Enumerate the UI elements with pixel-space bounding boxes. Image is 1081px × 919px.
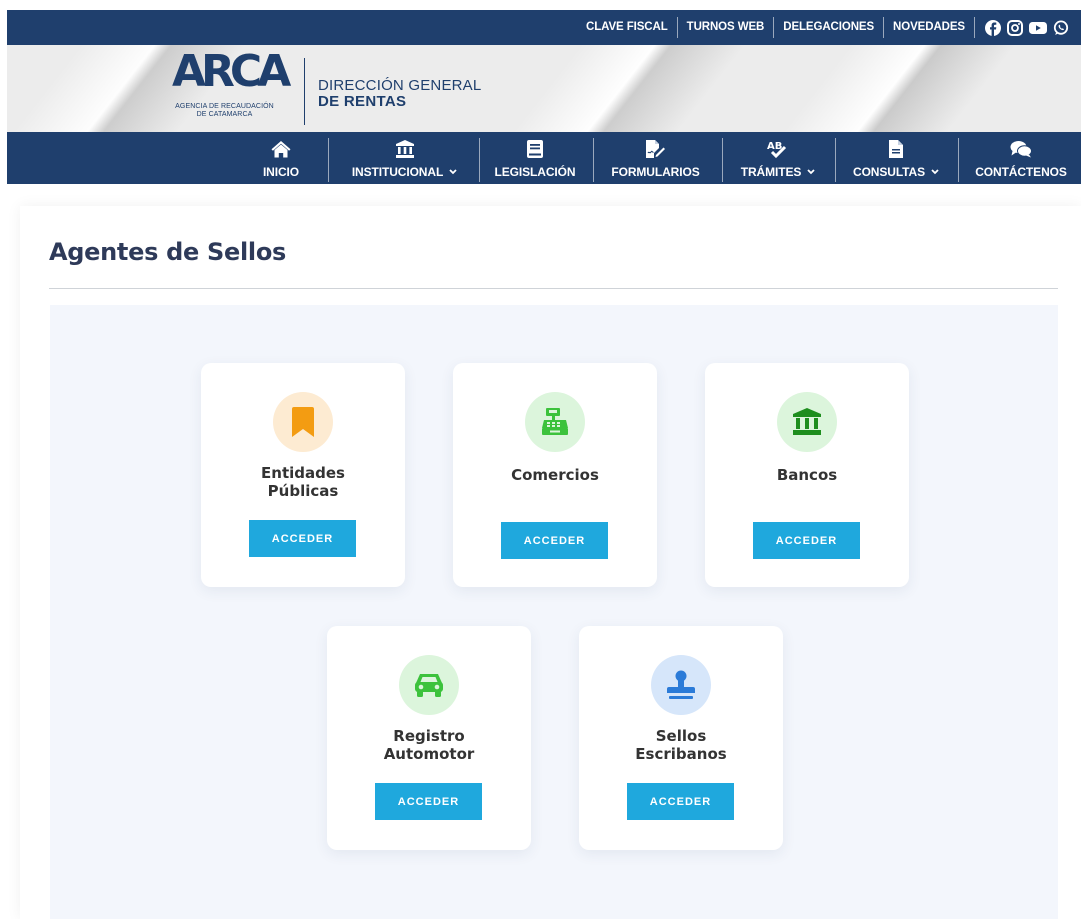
acceder-button[interactable]: ACCEDER (627, 783, 734, 820)
decor-stripe (506, 45, 758, 132)
home-icon (247, 140, 315, 158)
card-title-line1: Comercios (511, 466, 599, 484)
acceder-button[interactable]: ACCEDER (501, 522, 608, 559)
decor-stripe (776, 45, 1028, 132)
dgr-title-line1: DIRECCIÓN GENERAL (318, 77, 482, 94)
file-text-icon (840, 140, 952, 158)
nav-label: TRÁMITES (727, 165, 829, 179)
card-entidades-publicas: Entidades Públicas ACCEDER (201, 363, 405, 587)
card-title: Bancos (705, 466, 909, 484)
nav-label-text: TRÁMITES (740, 165, 802, 179)
book-icon (485, 140, 585, 158)
nav-item-institucional[interactable]: INSTITUCIONAL (337, 132, 472, 184)
comments-icon (964, 140, 1078, 158)
card-title-line2: Escribanos (635, 745, 727, 763)
card-title: Comercios (453, 466, 657, 484)
arca-logo[interactable]: ARCA AGENCIA DE RECAUDACIÓN DE CATAMARCA (162, 50, 291, 122)
whatsapp-icon[interactable] (1053, 20, 1069, 36)
card-title-line1: Entidades (261, 464, 345, 482)
nav-label: CONTÁCTENOS (975, 165, 1067, 179)
nav-item-formularios[interactable]: FORMULARIOS (597, 132, 714, 184)
card-title-line1: Sellos (655, 727, 707, 745)
nav-item-contactenos[interactable]: CONTÁCTENOS (964, 132, 1078, 184)
acceder-button[interactable]: ACCEDER (753, 522, 860, 559)
card-sellos-escribanos: Sellos Escribanos ACCEDER (579, 626, 783, 850)
file-signature-icon (597, 140, 714, 158)
acceder-button[interactable]: ACCEDER (249, 520, 356, 557)
spell-check-icon: AB (727, 140, 829, 159)
nav-divider (479, 138, 480, 182)
card-title-line1: Registro (393, 727, 465, 745)
nav-label: CONSULTAS (840, 165, 952, 179)
link-clave-fiscal[interactable]: CLAVE FISCAL (577, 17, 678, 38)
card-title-line2: Públicas (267, 482, 339, 500)
card-title-line1: Bancos (776, 466, 838, 484)
facebook-icon[interactable] (985, 19, 1001, 36)
card-title-line2: Automotor (383, 745, 475, 763)
nav-item-inicio[interactable]: INICIO (247, 132, 315, 184)
main-nav: INICIO INSTITUCIONAL LEGISLACIÓN FORMULA… (7, 132, 1081, 184)
nav-divider (722, 138, 723, 182)
stamp-icon (651, 655, 711, 715)
link-turnos-web[interactable]: TURNOS WEB (678, 17, 775, 38)
nav-label: LEGISLACIÓN (494, 165, 576, 179)
page: CLAVE FISCAL TURNOS WEB DELEGACIONES NOV… (0, 0, 1081, 919)
cash-register-icon (525, 392, 585, 452)
link-novedades[interactable]: NOVEDADES (884, 17, 975, 38)
link-delegaciones[interactable]: DELEGACIONES (774, 17, 885, 38)
top-links: CLAVE FISCAL TURNOS WEB DELEGACIONES NOV… (577, 10, 1081, 45)
nav-label: INSTITUCIONAL (337, 165, 472, 179)
institution-icon (337, 140, 472, 158)
dgr-title: DIRECCIÓN GENERAL DE RENTAS (318, 78, 481, 110)
logo-word: ARCA (172, 46, 291, 97)
social-links (975, 19, 1081, 36)
youtube-icon[interactable] (1029, 21, 1047, 35)
card-comercios: Comercios ACCEDER (453, 363, 657, 587)
logo-divider (304, 58, 305, 125)
dgr-title-line2: DE RENTAS (318, 93, 407, 110)
top-utility-bar: CLAVE FISCAL TURNOS WEB DELEGACIONES NOV… (7, 10, 1081, 45)
nav-item-legislacion[interactable]: LEGISLACIÓN (485, 132, 585, 184)
logo-subtitle: AGENCIA DE RECAUDACIÓN DE CATAMARCA (162, 103, 287, 119)
nav-item-tramites[interactable]: AB TRÁMITES (727, 132, 829, 184)
nav-label-text: INSTITUCIONAL (351, 165, 444, 179)
title-divider (49, 288, 1058, 289)
chevron-down-icon (449, 169, 457, 175)
nav-divider (835, 138, 836, 182)
page-title: Agentes de Sellos (49, 238, 287, 266)
card-bancos: Bancos ACCEDER (705, 363, 909, 587)
nav-divider (593, 138, 594, 182)
logo-sub-line2: DE CATAMARCA (196, 111, 253, 118)
bookmark-icon (273, 392, 333, 452)
car-icon (399, 655, 459, 715)
bank-icon (777, 392, 837, 452)
nav-label-text: CONSULTAS (853, 165, 925, 179)
nav-item-consultas[interactable]: CONSULTAS (840, 132, 952, 184)
card-registro-automotor: Registro Automotor ACCEDER (327, 626, 531, 850)
instagram-icon[interactable] (1007, 19, 1023, 36)
chevron-down-icon (931, 169, 939, 175)
nav-divider (958, 138, 959, 182)
nav-label: INICIO (262, 165, 300, 179)
acceder-button[interactable]: ACCEDER (375, 783, 482, 820)
card-title: Registro Automotor (327, 727, 531, 763)
nav-label: FORMULARIOS (611, 165, 700, 179)
card-title: Sellos Escribanos (579, 727, 783, 763)
card-title: Entidades Públicas (201, 464, 405, 500)
nav-divider (328, 138, 329, 182)
chevron-down-icon (807, 169, 815, 175)
logo-sub-line1: AGENCIA DE RECAUDACIÓN (175, 103, 274, 110)
